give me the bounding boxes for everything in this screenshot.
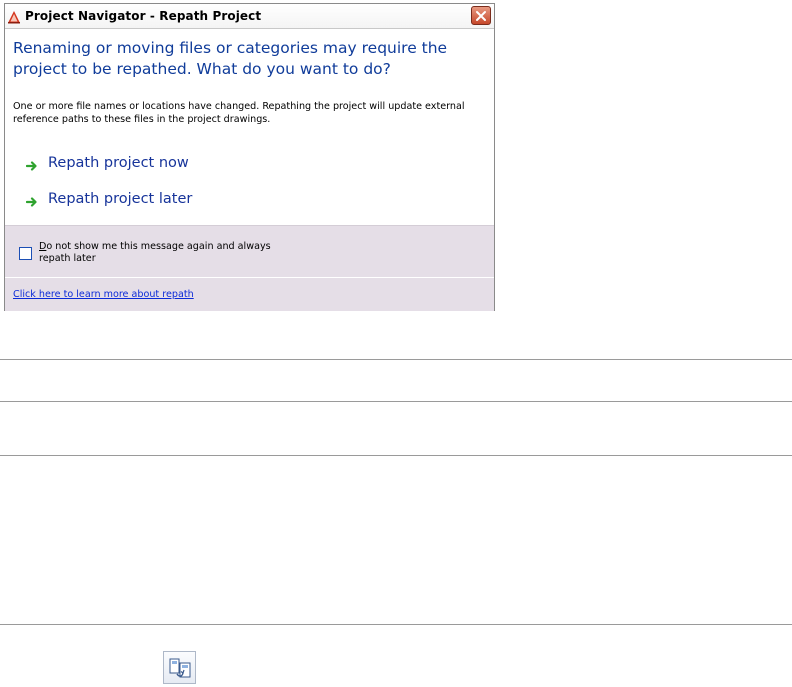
repath-later-option[interactable]: Repath project later [25, 191, 193, 207]
checkbox-label-text: o not show me this message again and alw… [39, 241, 271, 264]
horizontal-rule [0, 401, 792, 402]
close-icon [476, 10, 486, 21]
dialog-title: Project Navigator - Repath Project [25, 9, 262, 23]
repath-now-label: Repath project now [48, 155, 189, 171]
dont-show-again-label[interactable]: Do not show me this message again and al… [39, 241, 279, 265]
horizontal-rule [0, 624, 792, 625]
dont-show-again-checkbox[interactable] [19, 247, 32, 260]
repath-tool-glyph [169, 658, 190, 677]
horizontal-rule [0, 455, 792, 456]
footer-band: Do not show me this message again and al… [5, 225, 494, 311]
close-button[interactable] [471, 6, 491, 25]
green-arrow-icon [25, 157, 38, 171]
repath-project-dialog: Project Navigator - Repath Project Renam… [4, 3, 495, 311]
green-arrow-icon [25, 193, 38, 207]
repath-project-tool-icon[interactable] [163, 651, 196, 684]
footer-divider [5, 277, 494, 278]
title-bar[interactable]: Project Navigator - Repath Project [5, 4, 494, 29]
repath-later-label: Repath project later [48, 191, 193, 207]
learn-more-link[interactable]: Click here to learn more about repath [13, 289, 194, 300]
repath-now-option[interactable]: Repath project now [25, 155, 189, 171]
dont-show-again-row[interactable]: Do not show me this message again and al… [19, 241, 279, 265]
dialog-heading: Renaming or moving files or categories m… [13, 39, 448, 78]
horizontal-rule [0, 359, 792, 360]
dialog-description: One or more file names or locations have… [13, 101, 465, 125]
autocad-app-icon [7, 9, 21, 24]
